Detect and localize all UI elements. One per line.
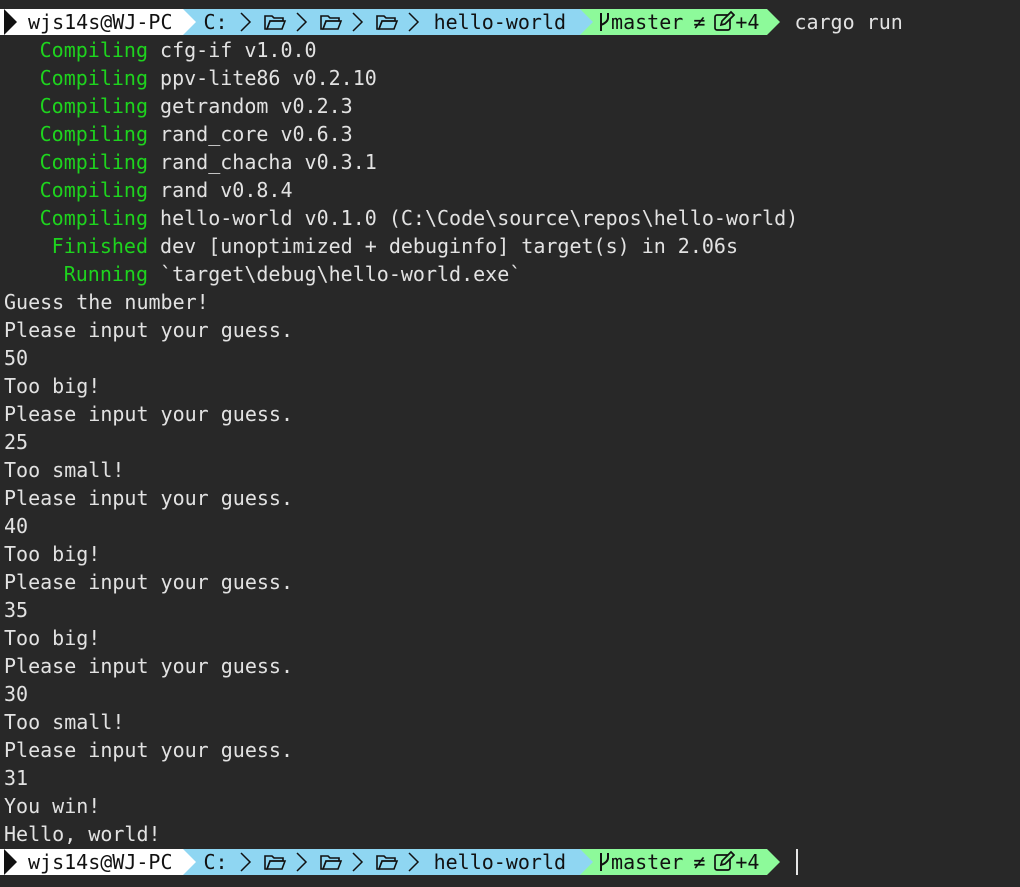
prompt-start-arrow-icon: [4, 9, 17, 35]
prompt-user-segment: wjs14s@WJ-PC: [0, 9, 183, 35]
output-line: Please input your guess.: [4, 486, 293, 510]
git-branch-icon: [600, 13, 610, 31]
path-chevron-icon: [408, 852, 419, 872]
prompt-path-segment: C: hello-world: [195, 849, 581, 875]
build-text: cfg-if v1.0.0: [160, 38, 317, 62]
build-status: Finished: [51, 234, 148, 258]
prompt-branch-status: ≠: [693, 10, 706, 34]
output-line: Please input your guess.: [4, 402, 293, 426]
output-line: 25: [4, 430, 29, 454]
prompt-line: wjs14s@WJ-PC C: hello-world master ≠ +4 …: [0, 9, 903, 35]
build-line: Running `target\debug\hello-world.exe`: [4, 260, 522, 288]
build-text: rand_core v0.6.3: [160, 122, 353, 146]
prompt-branch: master: [611, 10, 684, 34]
build-line: Compiling rand_core v0.6.3: [4, 120, 353, 148]
output-line: 31: [4, 766, 29, 790]
prompt-git-segment: master ≠ +4: [593, 9, 768, 35]
build-status: Compiling: [39, 150, 148, 174]
output-line: 30: [4, 682, 29, 706]
build-line: Compiling ppv-lite86 v0.2.10: [4, 64, 377, 92]
path-chevron-icon: [352, 852, 363, 872]
prompt-user-host: wjs14s@WJ-PC: [28, 10, 173, 34]
text-cursor[interactable]: [796, 849, 799, 875]
path-chevron-icon: [240, 12, 251, 32]
output-line: 40: [4, 514, 29, 538]
folder-open-icon: [319, 15, 342, 30]
build-status: Compiling: [39, 206, 148, 230]
build-line: Compiling getrandom v0.2.3: [4, 92, 353, 120]
prompt-line[interactable]: wjs14s@WJ-PC C: hello-world master ≠ +4: [0, 849, 799, 875]
build-status: Compiling: [39, 38, 148, 62]
prompt-changes: +4: [735, 850, 760, 874]
output-line: Too big!: [4, 542, 101, 566]
path-chevron-icon: [240, 852, 251, 872]
powerline-end-arrow-icon: [767, 9, 781, 35]
output-line: Too big!: [4, 374, 101, 398]
build-line: Compiling cfg-if v1.0.0: [4, 36, 317, 64]
build-line: Compiling rand_chacha v0.3.1: [4, 148, 377, 176]
build-line: Finished dev [unoptimized + debuginfo] t…: [4, 232, 738, 260]
powerline-separator-icon: [182, 9, 196, 35]
path-chevron-icon: [296, 852, 307, 872]
folder-open-icon: [375, 15, 398, 30]
output-line: Guess the number!: [4, 290, 209, 314]
prompt-command: cargo run: [794, 10, 903, 34]
build-status: Compiling: [39, 122, 148, 146]
powerline-separator-icon: [580, 9, 594, 35]
prompt-branch: master: [611, 850, 684, 874]
prompt-start-arrow-icon: [4, 849, 17, 875]
git-branch-icon: [600, 853, 610, 871]
prompt-git-segment: master ≠ +4: [593, 849, 768, 875]
prompt-folder: hello-world: [433, 850, 567, 874]
folder-open-icon: [263, 15, 286, 30]
output-line: Too small!: [4, 458, 125, 482]
powerline-end-arrow-icon: [767, 849, 781, 875]
prompt-drive: C:: [203, 10, 228, 34]
output-line: 35: [4, 598, 29, 622]
build-status: Compiling: [39, 94, 148, 118]
prompt-folder: hello-world: [433, 10, 567, 34]
output-line: Please input your guess.: [4, 738, 293, 762]
build-text: `target\debug\hello-world.exe`: [160, 262, 522, 286]
build-text: getrandom v0.2.3: [160, 94, 353, 118]
folder-open-icon: [263, 855, 286, 870]
output-line: Please input your guess.: [4, 318, 293, 342]
prompt-path-segment: C: hello-world: [195, 9, 581, 35]
build-text: rand_chacha v0.3.1: [160, 150, 377, 174]
build-line: Compiling rand v0.8.4: [4, 176, 293, 204]
edit-icon: [714, 850, 736, 871]
folder-open-icon: [319, 855, 342, 870]
build-text: rand v0.8.4: [160, 178, 293, 202]
output-line: Too small!: [4, 710, 125, 734]
output-line: 50: [4, 346, 29, 370]
powerline-separator-icon: [580, 849, 594, 875]
folder-open-icon: [375, 855, 398, 870]
terminal-window[interactable]: wjs14s@WJ-PC C: hello-world master ≠ +4 …: [0, 0, 1020, 887]
build-status: Compiling: [39, 66, 148, 90]
output-line: You win!: [4, 794, 101, 818]
prompt-drive: C:: [203, 850, 228, 874]
build-text: hello-world v0.1.0 (C:\Code\source\repos…: [160, 206, 799, 230]
path-chevron-icon: [296, 12, 307, 32]
output-line: Please input your guess.: [4, 654, 293, 678]
output-line: Please input your guess.: [4, 570, 293, 594]
build-status: Running: [63, 262, 148, 286]
build-status: Compiling: [39, 178, 148, 202]
output-line: Too big!: [4, 626, 101, 650]
build-text: dev [unoptimized + debuginfo] target(s) …: [160, 234, 739, 258]
build-line: Compiling hello-world v0.1.0 (C:\Code\so…: [4, 204, 799, 232]
path-chevron-icon: [408, 12, 419, 32]
prompt-branch-status: ≠: [693, 850, 706, 874]
prompt-user-segment: wjs14s@WJ-PC: [0, 849, 183, 875]
path-chevron-icon: [352, 12, 363, 32]
prompt-user-host: wjs14s@WJ-PC: [28, 850, 173, 874]
prompt-changes: +4: [735, 10, 760, 34]
output-line: Hello, world!: [4, 822, 161, 846]
edit-icon: [714, 10, 736, 31]
build-text: ppv-lite86 v0.2.10: [160, 66, 377, 90]
powerline-separator-icon: [182, 849, 196, 875]
